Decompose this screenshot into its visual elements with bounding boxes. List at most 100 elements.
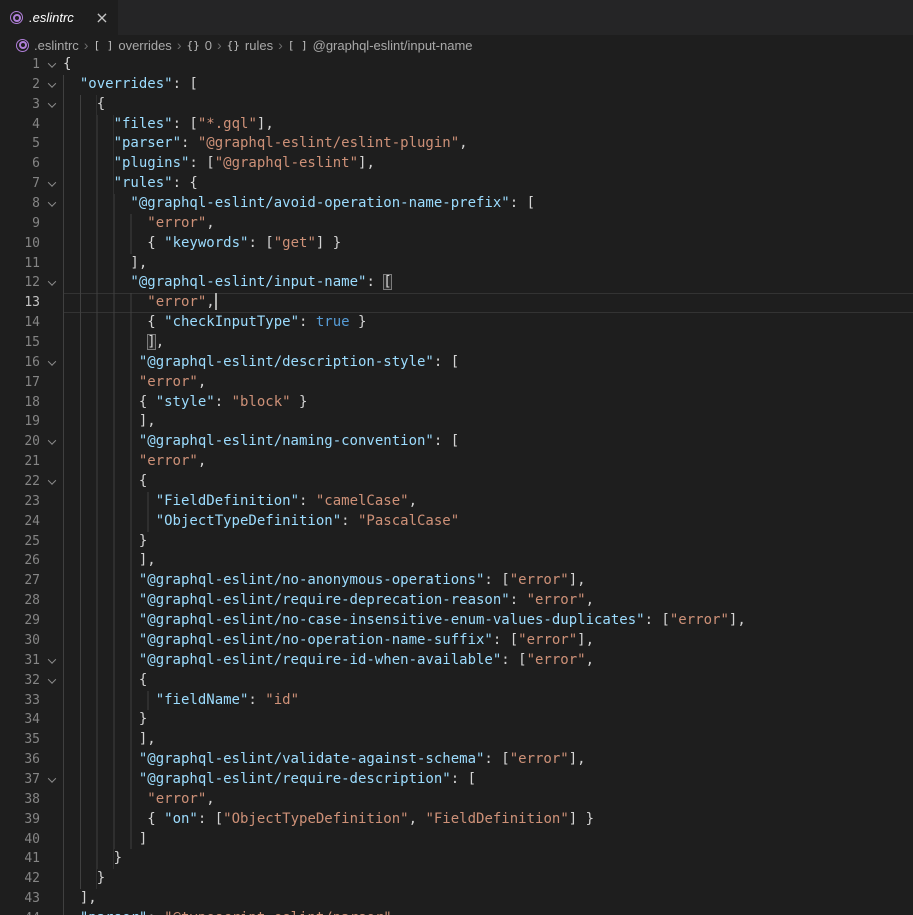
tab-close-icon[interactable]: × xyxy=(94,10,110,26)
line-number: 2 xyxy=(0,75,40,95)
fold-chevron-icon[interactable] xyxy=(40,273,63,293)
line-number: 12 xyxy=(0,273,40,293)
fold-chevron-icon[interactable] xyxy=(40,353,63,373)
breadcrumb-separator-icon: › xyxy=(84,38,89,52)
code-text[interactable]: "@graphql-eslint/validate-against-schema… xyxy=(63,750,913,770)
breadcrumb-item[interactable]: .eslintrc xyxy=(16,38,79,53)
code-text[interactable]: "@graphql-eslint/require-description": [ xyxy=(63,770,913,790)
fold-chevron-icon[interactable] xyxy=(40,472,63,492)
code-text[interactable]: { xyxy=(63,55,913,75)
code-token: "plugins" xyxy=(114,155,190,171)
code-text[interactable]: "error", xyxy=(63,790,913,810)
code-text[interactable]: "@graphql-eslint/input-name": [ xyxy=(63,273,913,293)
code-text[interactable]: "@graphql-eslint/avoid-operation-name-pr… xyxy=(63,194,913,214)
indent-guides xyxy=(63,909,80,915)
code-text[interactable]: "error", xyxy=(63,373,913,393)
code-text[interactable]: ], xyxy=(63,551,913,571)
code-text[interactable]: "files": ["*.gql"], xyxy=(63,115,913,135)
fold-gutter xyxy=(40,551,63,571)
code-text[interactable]: { "checkInputType": true } xyxy=(63,313,913,333)
code-text[interactable]: ], xyxy=(63,730,913,750)
fold-chevron-icon[interactable] xyxy=(40,95,63,115)
code-text[interactable]: "@graphql-eslint/no-anonymous-operations… xyxy=(63,571,913,591)
code-text[interactable]: { "keywords": ["get"] } xyxy=(63,234,913,254)
code-token: : [ xyxy=(198,811,223,827)
fold-chevron-icon[interactable] xyxy=(40,770,63,790)
code-token: "id" xyxy=(265,692,299,708)
code-text[interactable]: "error", xyxy=(63,293,913,313)
code-text[interactable]: "@graphql-eslint/naming-convention": [ xyxy=(63,432,913,452)
code-text[interactable]: { xyxy=(63,472,913,492)
code-line: 29 "@graphql-eslint/no-case-insensitive-e… xyxy=(0,611,913,631)
code-text[interactable]: ], xyxy=(63,412,913,432)
code-text[interactable]: { xyxy=(63,95,913,115)
line-number: 16 xyxy=(0,353,40,373)
code-token: : xyxy=(181,135,198,151)
code-text[interactable]: "overrides": [ xyxy=(63,75,913,95)
code-token: } xyxy=(97,870,105,886)
fold-chevron-icon[interactable] xyxy=(40,651,63,671)
fold-chevron-icon[interactable] xyxy=(40,432,63,452)
breadcrumb-item[interactable]: [ ]overrides xyxy=(93,38,171,53)
code-text[interactable]: } xyxy=(63,849,913,869)
code-text[interactable]: "parser": "@graphql-eslint/eslint-plugin… xyxy=(63,134,913,154)
breadcrumb-item[interactable]: {}0 xyxy=(186,38,211,53)
breadcrumb-item[interactable]: {}rules xyxy=(227,38,273,53)
code-text[interactable]: "@graphql-eslint/no-operation-name-suffi… xyxy=(63,631,913,651)
fold-gutter xyxy=(40,254,63,274)
code-token: "error" xyxy=(518,632,577,648)
code-text[interactable]: "ObjectTypeDefinition": "PascalCase" xyxy=(63,512,913,532)
code-text[interactable]: "error", xyxy=(63,452,913,472)
code-text[interactable]: "@graphql-eslint/require-deprecation-rea… xyxy=(63,591,913,611)
code-token: , xyxy=(459,135,467,151)
code-text[interactable]: "@graphql-eslint/description-style": [ xyxy=(63,353,913,373)
code-token: } xyxy=(291,394,308,410)
code-line: 12 "@graphql-eslint/input-name": [ xyxy=(0,273,913,293)
code-line: 18{ "style": "block" } xyxy=(0,393,913,413)
breadcrumb-item[interactable]: [ ]@graphql-eslint/input-name xyxy=(288,38,473,53)
code-text[interactable]: "plugins": ["@graphql-eslint"], xyxy=(63,154,913,174)
fold-chevron-icon[interactable] xyxy=(40,194,63,214)
code-text[interactable]: { "on": ["ObjectTypeDefinition", "FieldD… xyxy=(63,810,913,830)
code-text[interactable]: "rules": { xyxy=(63,174,913,194)
code-text[interactable]: ], xyxy=(63,254,913,274)
breadcrumb: .eslintrc›[ ]overrides›{}0›{}rules›[ ]@g… xyxy=(0,35,913,55)
fold-chevron-icon[interactable] xyxy=(40,671,63,691)
indent-guides xyxy=(63,770,139,790)
code-text[interactable]: ], xyxy=(63,333,913,353)
code-line: 44"parser": "@typescript-eslint/parser" xyxy=(0,909,913,915)
code-text[interactable]: "@graphql-eslint/no-case-insensitive-enu… xyxy=(63,611,913,631)
line-number: 29 xyxy=(0,611,40,631)
code-line: 40] xyxy=(0,830,913,850)
fold-chevron-icon[interactable] xyxy=(40,55,63,75)
code-token: ] } xyxy=(316,235,341,251)
fold-chevron-icon[interactable] xyxy=(40,75,63,95)
fold-gutter xyxy=(40,591,63,611)
fold-gutter xyxy=(40,134,63,154)
code-token: { xyxy=(63,56,71,72)
code-text[interactable]: ], xyxy=(63,889,913,909)
fold-chevron-icon[interactable] xyxy=(40,174,63,194)
code-token: ], xyxy=(577,632,594,648)
code-text[interactable]: } xyxy=(63,710,913,730)
code-text[interactable]: "error", xyxy=(63,214,913,234)
code-text[interactable]: ] xyxy=(63,830,913,850)
code-token: "@graphql-eslint/require-deprecation-rea… xyxy=(139,592,510,608)
code-text[interactable]: "@graphql-eslint/require-id-when-availab… xyxy=(63,651,913,671)
indent-guides xyxy=(63,134,114,154)
indent-guides xyxy=(63,830,139,850)
code-text[interactable]: "FieldDefinition": "camelCase", xyxy=(63,492,913,512)
symbol-object-icon: {} xyxy=(186,39,199,52)
code-text[interactable]: { "style": "block" } xyxy=(63,393,913,413)
code-text[interactable]: "parser": "@typescript-eslint/parser" xyxy=(63,909,913,915)
code-text[interactable]: } xyxy=(63,532,913,552)
code-editor[interactable]: 1{2"overrides": [3{4"files": ["*.gql"],5… xyxy=(0,55,913,915)
code-text[interactable]: "fieldName": "id" xyxy=(63,691,913,711)
code-line: 8"@graphql-eslint/avoid-operation-name-p… xyxy=(0,194,913,214)
code-text[interactable]: } xyxy=(63,869,913,889)
code-text[interactable]: { xyxy=(63,671,913,691)
code-line: 16 "@graphql-eslint/description-style": [ xyxy=(0,353,913,373)
code-token: , xyxy=(409,493,417,509)
tab-eslintrc[interactable]: .eslintrc × xyxy=(0,0,118,35)
code-line: 17"error", xyxy=(0,373,913,393)
